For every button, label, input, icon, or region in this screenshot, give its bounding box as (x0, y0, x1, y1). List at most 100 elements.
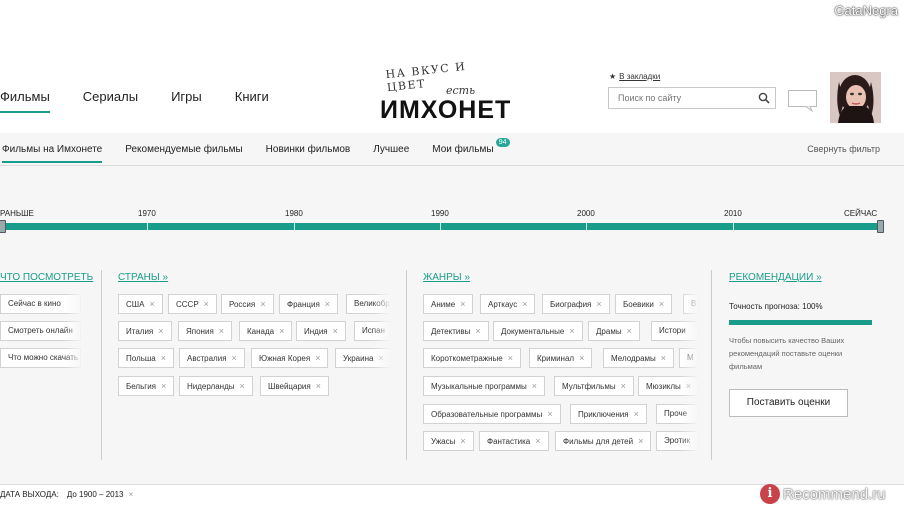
remove-icon[interactable]: × (161, 381, 166, 391)
nav-books[interactable]: Книги (235, 89, 269, 110)
chip-genre[interactable]: Мелодрамы × (603, 348, 675, 368)
remove-icon[interactable]: × (522, 299, 527, 309)
messages-icon[interactable] (788, 90, 817, 112)
remove-icon[interactable]: × (325, 299, 330, 309)
subnav-films-imhonet[interactable]: Фильмы на Имхонете (2, 144, 103, 163)
filter-reco-title[interactable]: РЕКОМЕНДАЦИИ » (729, 272, 822, 283)
remove-icon[interactable]: × (638, 436, 643, 446)
site-logo[interactable]: НА ВКУС И ЦВЕТ есть ИМХОНЕТ (376, 60, 510, 126)
remove-icon[interactable]: × (579, 353, 584, 363)
chip-genre[interactable]: Образовательные программы × (423, 404, 561, 424)
chip-country[interactable]: Польша × (118, 348, 174, 368)
chip-genre[interactable]: Фильмы для детей × (555, 431, 652, 451)
remove-icon[interactable]: × (129, 490, 134, 499)
remove-icon[interactable]: × (158, 326, 163, 336)
nav-films[interactable]: Фильмы (0, 89, 50, 113)
chip-genre[interactable]: Детективы × (423, 321, 489, 341)
collapse-filter-button[interactable]: Свернуть фильтр (807, 144, 880, 154)
search-box (608, 87, 776, 109)
subnav-recommended[interactable]: Рекомендуемые фильмы (125, 144, 242, 155)
remove-icon[interactable]: × (508, 353, 513, 363)
remove-icon[interactable]: × (661, 353, 666, 363)
timeline-handle-start[interactable] (0, 220, 6, 233)
remove-icon[interactable]: × (460, 299, 465, 309)
nav-games[interactable]: Игры (171, 89, 202, 110)
timeline-label: 2000 (577, 209, 595, 218)
chip-genre[interactable]: Мультфильмы × (554, 376, 634, 396)
remove-icon[interactable]: × (627, 326, 632, 336)
accuracy-label: Точность прогноза: 100% (729, 302, 823, 311)
recommend-logo-icon: i (760, 484, 780, 504)
remove-icon[interactable]: × (659, 299, 664, 309)
remove-icon[interactable]: × (219, 326, 224, 336)
timeline-label: РАНЬШЕ (0, 209, 34, 218)
chip-country[interactable]: Австралия × (179, 348, 245, 368)
search-input[interactable] (609, 88, 749, 108)
remove-icon[interactable]: × (569, 326, 574, 336)
remove-icon[interactable]: × (475, 326, 480, 336)
remove-icon[interactable]: × (547, 409, 552, 419)
reco-description: Чтобы повысить качество Ваших рекомендац… (729, 336, 845, 371)
chip-genre[interactable]: Аниме × (423, 294, 474, 314)
filter-genres-title[interactable]: ЖАНРЫ » (423, 272, 470, 283)
chip-country[interactable]: Швейцария × (260, 376, 329, 396)
chip-genre[interactable]: Боевики × (615, 294, 673, 314)
remove-icon[interactable]: × (279, 326, 284, 336)
chip-country[interactable]: США × (118, 294, 163, 314)
remove-icon[interactable]: × (161, 353, 166, 363)
chip-genre[interactable]: Арткаус × (480, 294, 536, 314)
chip-genre[interactable]: Документальные × (493, 321, 583, 341)
chip-genre[interactable]: Драмы × (588, 321, 640, 341)
subnav-new[interactable]: Новинки фильмов (266, 144, 351, 155)
chip-country[interactable]: Индия × (296, 321, 346, 341)
chip-country[interactable]: Россия × (221, 294, 274, 314)
remove-icon[interactable]: × (232, 353, 237, 363)
filter-countries-title[interactable]: СТРАНЫ » (118, 272, 168, 283)
chip-label: Франция (287, 300, 320, 309)
chip-country[interactable]: Франция × (279, 294, 339, 314)
chip-label: Канада (247, 327, 275, 336)
remove-icon[interactable]: × (240, 381, 245, 391)
remove-icon[interactable]: × (535, 436, 540, 446)
remove-icon[interactable]: × (596, 299, 601, 309)
chip-genre[interactable]: Приключения × (570, 404, 647, 424)
chip-genre[interactable]: Короткометражные × (423, 348, 522, 368)
subnav-best[interactable]: Лучшее (373, 144, 409, 155)
chip-genre[interactable]: Музыкальные программы × (423, 376, 546, 396)
main-nav: Фильмы Сериалы Игры Книги (0, 89, 302, 113)
bookmark-link[interactable]: ★ В закладки (609, 72, 660, 81)
chip-country[interactable]: Бельгия × (118, 376, 175, 396)
filter-what-title[interactable]: ЧТО ПОСМОТРЕТЬ (0, 272, 93, 283)
remove-icon[interactable]: × (634, 409, 639, 419)
remove-icon[interactable]: × (204, 299, 209, 309)
rate-films-button[interactable]: Поставить оценки (729, 389, 848, 417)
chip-genre[interactable]: Фантастика × (479, 431, 549, 451)
search-icon[interactable] (758, 92, 770, 104)
chip-country[interactable]: Япония × (178, 321, 233, 341)
avatar[interactable] (830, 72, 881, 123)
remove-icon[interactable]: × (460, 436, 465, 446)
nav-series[interactable]: Сериалы (83, 89, 138, 110)
timeline-label: СЕЙЧАС (844, 209, 878, 218)
chip-country[interactable]: Южная Корея × (251, 348, 329, 368)
chip-genre[interactable]: Ужасы × (423, 431, 474, 451)
remove-icon[interactable]: × (532, 381, 537, 391)
chip-genre[interactable]: Биография × (542, 294, 610, 314)
release-value[interactable]: До 1900 – 2013 (67, 490, 124, 499)
chip-label: Австралия (187, 354, 227, 363)
chip-country[interactable]: СССР × (168, 294, 217, 314)
remove-icon[interactable]: × (333, 326, 338, 336)
timeline-slider-track[interactable] (1, 223, 881, 230)
remove-icon[interactable]: × (316, 381, 321, 391)
subnav-my-films[interactable]: Мои фильмы 94 (432, 138, 510, 155)
chip-country[interactable]: Канада × (239, 321, 293, 341)
chip-genre[interactable]: Криминал × (529, 348, 593, 368)
chip-label: Мелодрамы (611, 354, 656, 363)
chip-country[interactable]: Нидерланды × (179, 376, 253, 396)
timeline-handle-end[interactable] (877, 220, 884, 233)
remove-icon[interactable]: × (315, 353, 320, 363)
remove-icon[interactable]: × (260, 299, 265, 309)
chip-country[interactable]: Италия × (118, 321, 172, 341)
remove-icon[interactable]: × (621, 381, 626, 391)
remove-icon[interactable]: × (149, 299, 154, 309)
